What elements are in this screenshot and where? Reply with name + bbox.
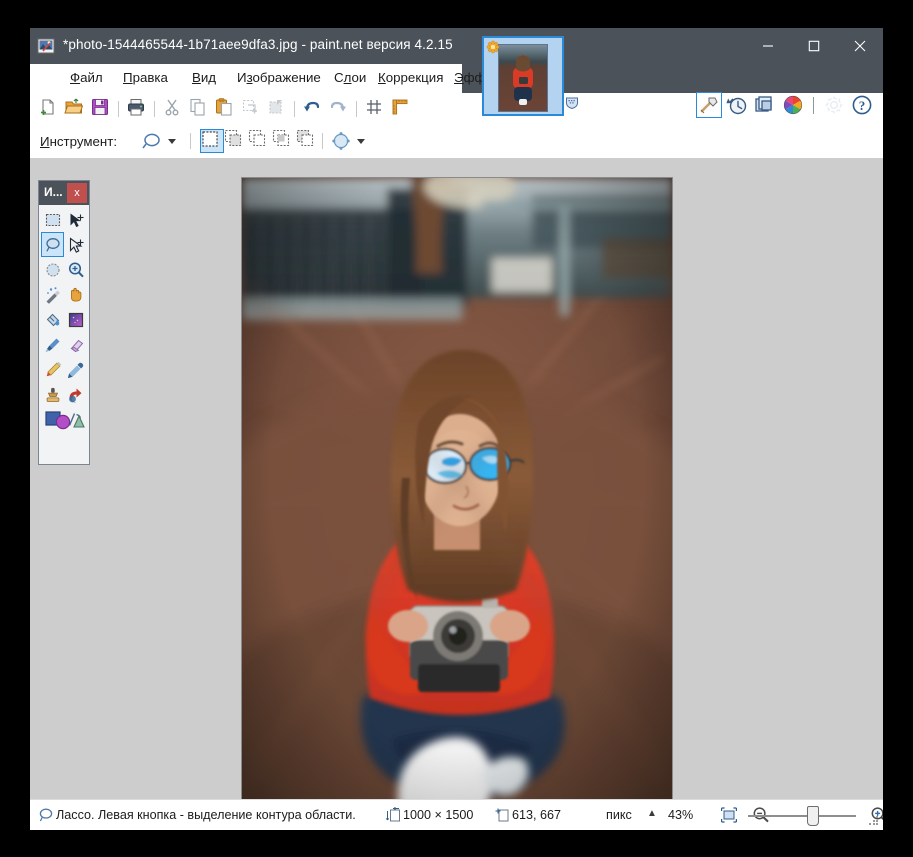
copy-icon[interactable] bbox=[188, 97, 212, 121]
canvas-photo bbox=[242, 178, 672, 821]
tools-palette-title: И... bbox=[44, 185, 63, 199]
redo-icon[interactable] bbox=[328, 97, 352, 121]
crop-to-selection-icon[interactable] bbox=[240, 97, 264, 121]
rectangle-select-tool[interactable] bbox=[41, 207, 64, 232]
toolbar-separator bbox=[190, 133, 191, 149]
settings-gear-icon[interactable] bbox=[822, 93, 846, 117]
selection-union-icon[interactable] bbox=[224, 129, 248, 153]
history-window-icon[interactable] bbox=[725, 93, 749, 117]
tools-palette-close-button[interactable]: x bbox=[67, 183, 87, 203]
image-size-icon bbox=[385, 806, 401, 823]
recolor-tool[interactable] bbox=[64, 382, 87, 407]
move-selected-tool[interactable] bbox=[64, 207, 87, 232]
open-file-icon[interactable] bbox=[64, 97, 88, 121]
new-file-icon[interactable] bbox=[38, 97, 62, 121]
selection-exclude-icon[interactable] bbox=[248, 129, 272, 153]
maximize-button[interactable] bbox=[791, 28, 837, 64]
current-tool-dropdown[interactable] bbox=[140, 129, 182, 153]
toolbar-separator bbox=[118, 101, 119, 117]
selection-xor-icon[interactable] bbox=[296, 129, 320, 153]
layers-window-icon[interactable] bbox=[753, 93, 777, 117]
menu-image[interactable]: Изображение bbox=[237, 70, 321, 88]
menu-layers[interactable]: Слои bbox=[334, 70, 366, 88]
fit-to-window-icon[interactable] bbox=[720, 806, 738, 824]
tools-palette-window[interactable]: И... x bbox=[38, 180, 90, 465]
pan-tool[interactable] bbox=[64, 282, 87, 307]
eraser-tool[interactable] bbox=[64, 332, 87, 357]
magic-wand-tool[interactable] bbox=[41, 282, 64, 307]
shapes-tool[interactable] bbox=[41, 407, 87, 433]
help-question-icon[interactable]: ? bbox=[850, 93, 874, 117]
toolbar-divider bbox=[813, 96, 814, 114]
close-button[interactable] bbox=[837, 28, 883, 64]
menu-view[interactable]: Вид bbox=[192, 70, 216, 88]
undo-icon[interactable] bbox=[302, 97, 326, 121]
zoom-slider-thumb[interactable] bbox=[807, 806, 819, 826]
cut-icon[interactable] bbox=[162, 97, 186, 121]
tools-grid: T bbox=[41, 207, 87, 432]
thumbnail-dropdown-icon[interactable] bbox=[565, 96, 579, 110]
document-thumbnail-tab[interactable] bbox=[482, 36, 564, 116]
tool-options-label: Инструмент: bbox=[40, 134, 118, 149]
svg-text:?: ? bbox=[859, 98, 866, 113]
toolbar-separator bbox=[356, 101, 357, 117]
toolbar-separator bbox=[154, 101, 155, 117]
cursor-position-value: 613, 667 bbox=[512, 808, 562, 822]
paintbrush-tool[interactable] bbox=[41, 332, 64, 357]
toolbar-separator bbox=[322, 133, 323, 149]
paint-bucket-tool[interactable] bbox=[41, 307, 64, 332]
window-panels-toolbar: ? bbox=[696, 92, 874, 118]
pencil-tool[interactable] bbox=[41, 357, 64, 382]
zoom-level-value[interactable]: 43% bbox=[668, 808, 693, 822]
gradient-tool[interactable] bbox=[64, 307, 87, 332]
selection-intersect-icon[interactable] bbox=[272, 129, 296, 153]
print-icon[interactable] bbox=[126, 97, 150, 121]
clone-stamp-tool[interactable] bbox=[41, 382, 64, 407]
resize-grip[interactable] bbox=[869, 816, 879, 826]
units-caret-icon[interactable]: ▲ bbox=[647, 808, 657, 819]
thumbnail-image bbox=[498, 44, 548, 112]
tool-options-bar: Инструмент: bbox=[30, 125, 883, 158]
zoom-tool[interactable] bbox=[64, 257, 87, 282]
ellipse-select-tool[interactable] bbox=[41, 257, 64, 282]
paint-net-window: *photo-1544465544-1b71aee9dfa3.jpg - pai… bbox=[30, 28, 883, 830]
rulers-icon[interactable] bbox=[390, 97, 414, 121]
menu-bar: Файл Правка Вид Изображение Слои Коррекц… bbox=[30, 64, 514, 93]
cursor-position-icon bbox=[494, 807, 510, 823]
deselect-all-icon[interactable] bbox=[266, 97, 290, 121]
move-selection-tool[interactable] bbox=[64, 232, 87, 257]
antialiasing-dropdown[interactable] bbox=[330, 129, 370, 153]
color-picker-tool[interactable] bbox=[64, 357, 87, 382]
palette-window-icon[interactable] bbox=[781, 93, 805, 117]
unsaved-changes-star-icon bbox=[486, 40, 500, 54]
toolbar-separator bbox=[294, 101, 295, 117]
paintnet-icon bbox=[37, 37, 55, 55]
canvas-work-area[interactable]: И... x bbox=[30, 158, 883, 821]
lasso-select-tool[interactable] bbox=[41, 232, 64, 257]
minimize-button[interactable] bbox=[745, 28, 791, 64]
image-size-value: 1000 × 1500 bbox=[403, 808, 474, 822]
paste-icon[interactable] bbox=[214, 97, 238, 121]
menu-edit[interactable]: Правка bbox=[123, 70, 168, 88]
save-file-icon[interactable] bbox=[90, 97, 114, 121]
status-help-text: Лассо. Левая кнопка - выделение контура … bbox=[56, 808, 356, 822]
menu-adjustments[interactable]: Коррекция bbox=[378, 70, 443, 88]
grid-icon[interactable] bbox=[364, 97, 388, 121]
image-canvas[interactable] bbox=[242, 178, 672, 821]
title-bar: *photo-1544465544-1b71aee9dfa3.jpg - pai… bbox=[30, 28, 883, 64]
units-label[interactable]: пикс bbox=[606, 808, 632, 822]
status-bar: Лассо. Левая кнопка - выделение контура … bbox=[30, 799, 883, 830]
tools-window-icon[interactable] bbox=[696, 92, 722, 118]
lasso-icon bbox=[38, 807, 54, 823]
selection-replace-icon[interactable] bbox=[200, 129, 224, 153]
tools-palette-title-bar: И... x bbox=[39, 181, 89, 205]
window-title: *photo-1544465544-1b71aee9dfa3.jpg - pai… bbox=[63, 37, 453, 52]
zoom-slider[interactable] bbox=[748, 806, 856, 826]
menu-file[interactable]: Файл bbox=[70, 70, 103, 88]
